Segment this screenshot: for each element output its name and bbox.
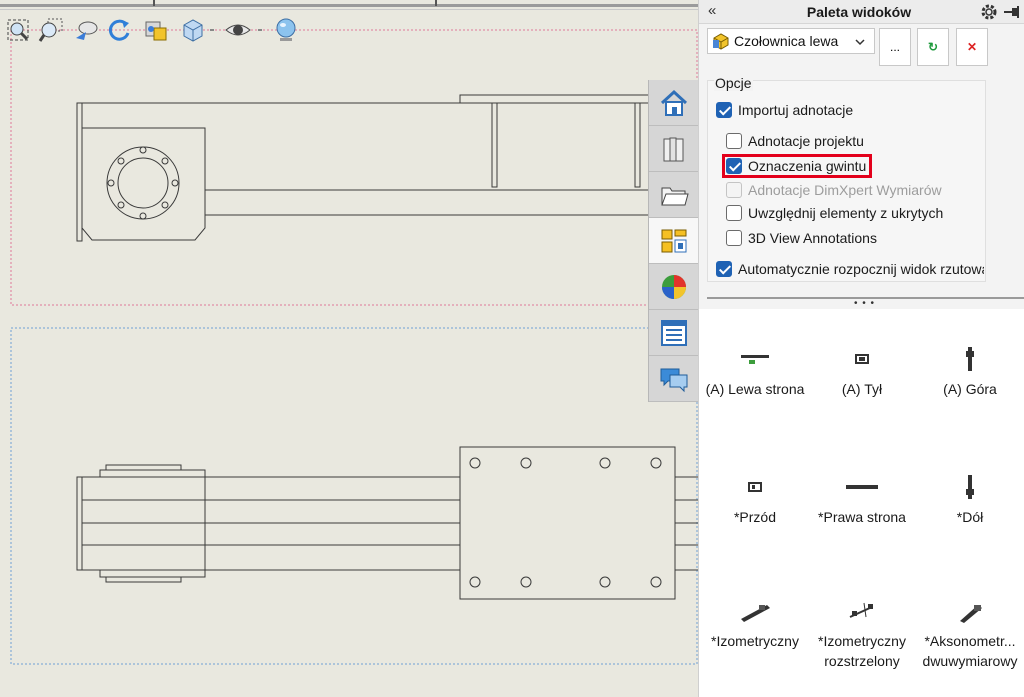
appearance-icon[interactable] <box>270 14 302 46</box>
file-explorer-icon[interactable] <box>649 172 698 218</box>
checkbox[interactable] <box>716 102 732 118</box>
options-group: Opcje Importuj adnotacje Adnotacje proje… <box>707 75 986 282</box>
option-dimxpert-annotations: Adnotacje DimXpert Wymiarów <box>726 182 942 198</box>
previous-view-icon[interactable] <box>70 14 102 46</box>
view-dimetric[interactable]: *Aksonometr... dwuwymiarowy <box>916 591 1024 671</box>
forum-icon[interactable] <box>649 356 698 402</box>
view-right[interactable]: *Prawa strona <box>808 467 916 527</box>
view-bottom[interactable]: *Dół <box>916 467 1024 527</box>
view-orientation-icon[interactable] <box>176 14 208 46</box>
panel-header: « Paleta widoków <box>699 0 1024 24</box>
front-view-drawing <box>76 94 698 242</box>
chevron-down-icon <box>854 35 866 51</box>
view-left[interactable]: (A) Lewa strona <box>701 339 809 399</box>
refresh-icon[interactable]: ↻ <box>917 28 949 66</box>
design-library-icon[interactable] <box>649 126 698 172</box>
option-import-annotations[interactable]: Importuj adnotacje <box>716 102 853 118</box>
view-back[interactable]: (A) Tył <box>808 339 916 399</box>
option-3d-view-annotations[interactable]: 3D View Annotations <box>726 230 877 246</box>
panel-splitter[interactable]: • • • <box>699 295 1024 309</box>
document-select-value: Czołownica lewa <box>734 33 839 49</box>
option-include-hidden-items[interactable]: Uwzględnij elementy z ukrytych <box>726 205 943 221</box>
views-list: (A) Lewa strona (A) Tył (A) Góra *Przód … <box>699 309 1024 697</box>
view-isometric[interactable]: *Izometryczny <box>701 591 809 651</box>
view-isometric-exploded[interactable]: *Izometryczny rozstrzelony <box>808 591 916 671</box>
home-icon[interactable] <box>649 80 698 126</box>
top-view-drawing <box>76 446 698 600</box>
clear-icon[interactable]: ✕ <box>956 28 988 66</box>
task-pane-tabs <box>648 80 698 402</box>
browse-button[interactable]: ... <box>879 28 911 66</box>
appearances-icon[interactable] <box>649 264 698 310</box>
checkbox[interactable] <box>716 261 732 277</box>
collapse-panel-icon[interactable]: « <box>708 2 716 19</box>
options-title: Opcje <box>714 75 753 91</box>
pan-icon[interactable] <box>140 14 172 46</box>
view-top[interactable]: (A) Góra <box>916 339 1024 399</box>
pin-icon[interactable] <box>1002 3 1022 21</box>
view-front[interactable]: *Przód <box>701 467 809 527</box>
option-design-annotations[interactable]: Adnotacje projektu <box>726 133 864 149</box>
checkbox[interactable] <box>726 133 742 149</box>
gear-icon[interactable] <box>979 2 999 22</box>
checkbox[interactable] <box>726 230 742 246</box>
view-palette-icon[interactable] <box>649 218 698 264</box>
part-document-icon <box>712 32 730 50</box>
view-palette-panel: « Paleta widoków Czołownica lewa ... ↻ ✕… <box>698 0 1024 697</box>
document-select[interactable]: Czołownica lewa <box>707 28 875 54</box>
checkbox <box>726 182 742 198</box>
heads-up-view-toolbar <box>0 12 320 48</box>
custom-properties-icon[interactable] <box>649 310 698 356</box>
zoom-area-icon[interactable] <box>36 14 68 46</box>
option-auto-start-projected-view[interactable]: Automatycznie rozpocznij widok rzutowany <box>716 261 984 277</box>
hide-show-icon[interactable] <box>222 14 254 46</box>
view-boundary-top <box>10 29 698 306</box>
checkbox[interactable] <box>726 205 742 221</box>
highlight-annotation-box <box>722 154 872 178</box>
panel-title: Paleta widoków <box>806 4 912 20</box>
zoom-to-fit-icon[interactable] <box>2 14 34 46</box>
drawing-sheet <box>10 29 698 665</box>
drawing-canvas[interactable] <box>0 0 698 697</box>
rotate-icon[interactable] <box>104 14 136 46</box>
